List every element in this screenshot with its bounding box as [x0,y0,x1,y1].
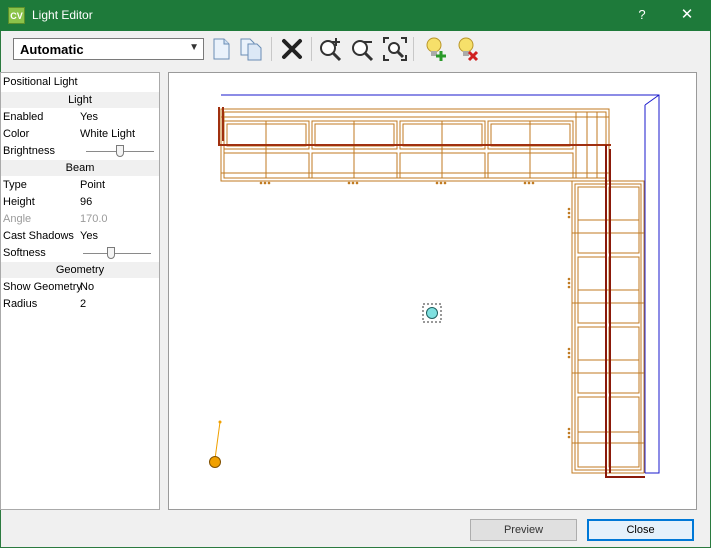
new-light-icon[interactable] [207,35,235,63]
property-value[interactable]: 96 [80,196,92,208]
property-type[interactable]: Type Point [1,177,159,194]
toolbar-separator [271,37,272,61]
plan-drawing [209,94,660,478]
property-value[interactable]: 2 [80,298,86,310]
property-brightness[interactable]: Brightness [1,143,159,160]
softness-slider-thumb[interactable] [107,247,115,259]
property-softness[interactable]: Softness [1,245,159,262]
property-value: 170.0 [80,213,108,225]
property-value[interactable]: No [80,281,94,293]
section-beam: Beam [1,160,159,176]
property-label: Cast Shadows [3,230,74,242]
property-cast-shadows[interactable]: Cast Shadows Yes [1,228,159,245]
cabinet-run-top-edge [218,107,611,146]
remove-light-icon[interactable] [453,35,481,63]
property-label: Brightness [3,145,55,157]
property-value[interactable]: Point [80,179,105,191]
zoom-out-icon[interactable] [348,35,376,63]
chevron-down-icon: ▼ [189,42,199,53]
brightness-slider-thumb[interactable] [116,145,124,157]
light-marker-icon[interactable] [426,307,438,319]
hinge-markers [259,181,571,439]
toolbar-separator [311,37,312,61]
help-button[interactable]: ? [628,4,656,26]
mode-select[interactable]: Automatic ▼ [13,38,204,60]
property-radius[interactable]: Radius 2 [1,296,159,313]
copy-light-icon[interactable] [237,35,265,63]
app-logo-icon: CV [8,7,25,24]
plan-view-canvas[interactable] [168,72,697,510]
add-light-icon[interactable] [421,35,449,63]
room-outline [221,94,660,474]
property-value[interactable]: Yes [80,111,98,123]
property-show-geometry[interactable]: Show Geometry No [1,279,159,296]
cabinet-run-right [571,180,645,474]
window-close-button[interactable]: ✕ [672,4,702,26]
property-label: Enabled [3,111,44,123]
delete-icon[interactable] [278,35,306,63]
zoom-extents-icon[interactable] [381,35,409,63]
camera-target-dot [218,420,222,424]
property-value[interactable]: White Light [80,128,135,140]
close-button[interactable]: Close [587,519,694,541]
brightness-slider[interactable] [86,145,154,157]
camera-icon[interactable] [209,456,221,468]
mode-select-value: Automatic [20,42,84,57]
panel-title: Positional Light [3,76,78,88]
room-outline-corner [644,94,660,106]
property-label: Show Geometry [3,281,82,293]
toolbar-separator [413,37,414,61]
zoom-in-icon[interactable] [316,35,344,63]
property-label: Type [3,179,27,191]
property-angle: Angle 170.0 [1,211,159,228]
property-label: Height [3,196,35,208]
property-label: Angle [3,213,32,225]
property-label: Softness [3,247,46,259]
section-geometry: Geometry [1,262,159,278]
camera-direction-line [214,421,221,460]
property-enabled[interactable]: Enabled Yes [1,109,159,126]
title-bar: CV Light Editor ? ✕ [0,0,711,31]
property-label: Radius [3,298,38,310]
property-panel: Positional Light Light Enabled Yes Color… [0,72,160,510]
preview-button[interactable]: Preview [470,519,577,541]
property-label: Color [3,128,30,140]
property-height[interactable]: Height 96 [1,194,159,211]
section-light: Light [1,92,159,108]
property-color[interactable]: Color White Light [1,126,159,143]
property-value[interactable]: Yes [80,230,98,242]
softness-slider[interactable] [83,247,151,259]
window-title: Light Editor [32,8,93,22]
